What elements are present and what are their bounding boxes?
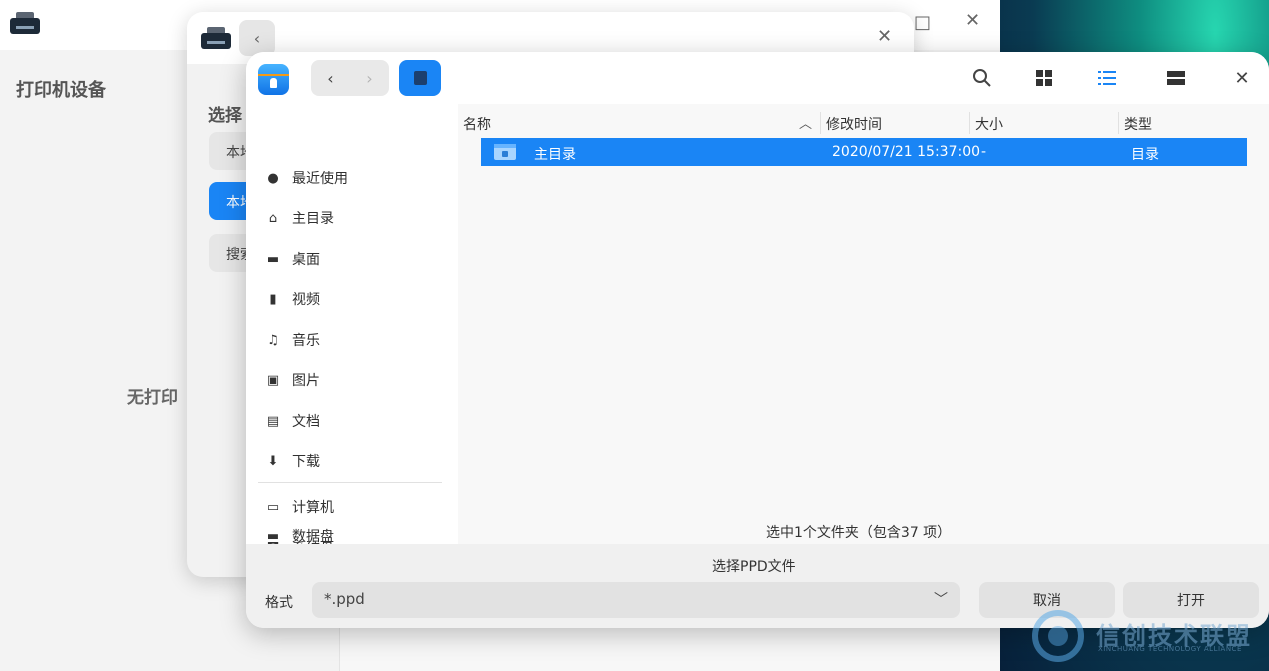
format-select[interactable]: *.ppd ﹀ — [312, 582, 960, 618]
file-dialog: ‹ › ✕ ● 最近使用 ⌂ 主目录 ▬ 桌面 ▮ 视频 ♫ 音乐 ▣ 图片 ▤… — [246, 52, 1269, 628]
data-disk-icon: ▬ — [266, 528, 280, 544]
chevron-down-icon: ﹀ — [934, 592, 948, 608]
sidebar-item-label: 计算机 — [292, 500, 334, 516]
places-sidebar: ● 最近使用 ⌂ 主目录 ▬ 桌面 ▮ 视频 ♫ 音乐 ▣ 图片 ▤ 文档 ⬇ — [246, 104, 458, 557]
music-icon: ♫ — [267, 332, 279, 348]
sidebar-item-videos[interactable]: ▮ 视频 — [264, 287, 320, 311]
sidebar-item-label: 主目录 — [292, 211, 334, 227]
sidebar-item-desktop[interactable]: ▬ 桌面 — [264, 247, 320, 271]
format-label: 格式 — [265, 595, 293, 611]
row-size: - — [981, 144, 987, 160]
home-icon: ⌂ — [268, 210, 278, 226]
column-header-type[interactable]: 类型 — [1124, 114, 1152, 134]
close-icon[interactable]: ✕ — [965, 10, 980, 31]
sidebar-item-label: 音乐 — [292, 333, 320, 349]
watermark-subtext: XINCHUANG TECHNOLOGY ALLIANCE — [1098, 645, 1242, 653]
document-icon: ▤ — [266, 413, 280, 429]
sidebar-item-label: 视频 — [292, 292, 320, 308]
chevron-left-icon: ‹ — [327, 68, 334, 88]
dialog-title: 选择PPD文件 — [712, 559, 796, 575]
column-divider[interactable] — [1118, 112, 1119, 134]
back-nav-button[interactable]: ‹ — [311, 60, 350, 96]
home-folder-icon — [494, 144, 516, 160]
search-icon[interactable] — [970, 66, 994, 90]
grid-view-icon[interactable] — [1032, 66, 1056, 90]
no-printer-text: 无打印 — [127, 388, 178, 408]
sidebar-item-label: 图片 — [292, 373, 320, 389]
sidebar-item-label: 下载 — [292, 454, 320, 470]
printer-app-icon — [10, 12, 40, 36]
column-divider[interactable] — [820, 112, 821, 134]
file-dialog-titlebar: ‹ › ✕ — [246, 52, 1269, 104]
sidebar-item-home[interactable]: ⌂ 主目录 — [264, 206, 334, 230]
column-header-modified[interactable]: 修改时间 — [826, 114, 882, 134]
file-list-area — [458, 104, 1269, 544]
download-icon: ⬇ — [267, 453, 279, 469]
sidebar-item-documents[interactable]: ▤ 文档 — [264, 409, 320, 433]
chevron-right-icon: › — [366, 68, 373, 88]
sidebar-item-downloads[interactable]: ⬇ 下载 — [264, 449, 320, 473]
forward-nav-button[interactable]: › — [350, 60, 389, 96]
sidebar-item-pictures[interactable]: ▣ 图片 — [264, 368, 320, 392]
row-modified: 2020/07/21 15:37:00 — [832, 144, 981, 160]
select-label: 选择 — [208, 106, 242, 126]
sidebar-item-computer[interactable]: ▭ 计算机 — [264, 495, 334, 519]
row-name: 主目录 — [534, 147, 576, 163]
table-row[interactable]: 主目录 2020/07/21 15:37:00 - 目录 — [481, 138, 1247, 166]
breadcrumb-home-button[interactable] — [399, 60, 441, 96]
back-button[interactable]: ‹ — [239, 20, 275, 56]
format-value: *.ppd — [324, 590, 365, 608]
watermark-logo — [1032, 610, 1084, 662]
computer-icon: ▭ — [266, 499, 280, 515]
selection-status: 选中1个文件夹（包含37 项） — [766, 525, 952, 541]
list-view-icon[interactable] — [1095, 66, 1119, 90]
sidebar-item-label: 文档 — [292, 414, 320, 430]
close-icon[interactable]: ✕ — [877, 26, 892, 47]
sidebar-item-label: 桌面 — [292, 252, 320, 268]
sidebar-divider — [258, 482, 442, 483]
detail-view-icon[interactable] — [1164, 66, 1188, 90]
printer-app-icon — [201, 27, 231, 51]
row-type: 目录 — [1131, 147, 1159, 163]
column-header-name[interactable]: 名称 — [463, 114, 491, 134]
sort-ascending-icon: ︿ — [799, 117, 813, 132]
video-icon: ▮ — [269, 291, 277, 307]
sidebar-item-label: 最近使用 — [292, 171, 348, 187]
open-button[interactable]: 打开 — [1123, 582, 1259, 618]
column-header-size[interactable]: 大小 — [975, 114, 1003, 134]
column-divider[interactable] — [969, 112, 970, 134]
chevron-left-icon: ‹ — [253, 28, 261, 48]
clock-icon: ● — [267, 170, 279, 186]
file-manager-icon — [258, 64, 289, 95]
close-icon[interactable]: ✕ — [1230, 66, 1254, 90]
sidebar-item-recent[interactable]: ● 最近使用 — [264, 166, 348, 190]
maximize-icon[interactable]: □ — [914, 12, 931, 33]
nav-buttons: ‹ › — [311, 60, 389, 96]
sidebar-item-label: 数据盘 — [292, 529, 334, 545]
printer-devices-heading: 打印机设备 — [16, 80, 106, 101]
desktop-icon: ▬ — [266, 251, 280, 267]
picture-icon: ▣ — [266, 372, 280, 388]
sidebar-item-music[interactable]: ♫ 音乐 — [264, 328, 320, 352]
